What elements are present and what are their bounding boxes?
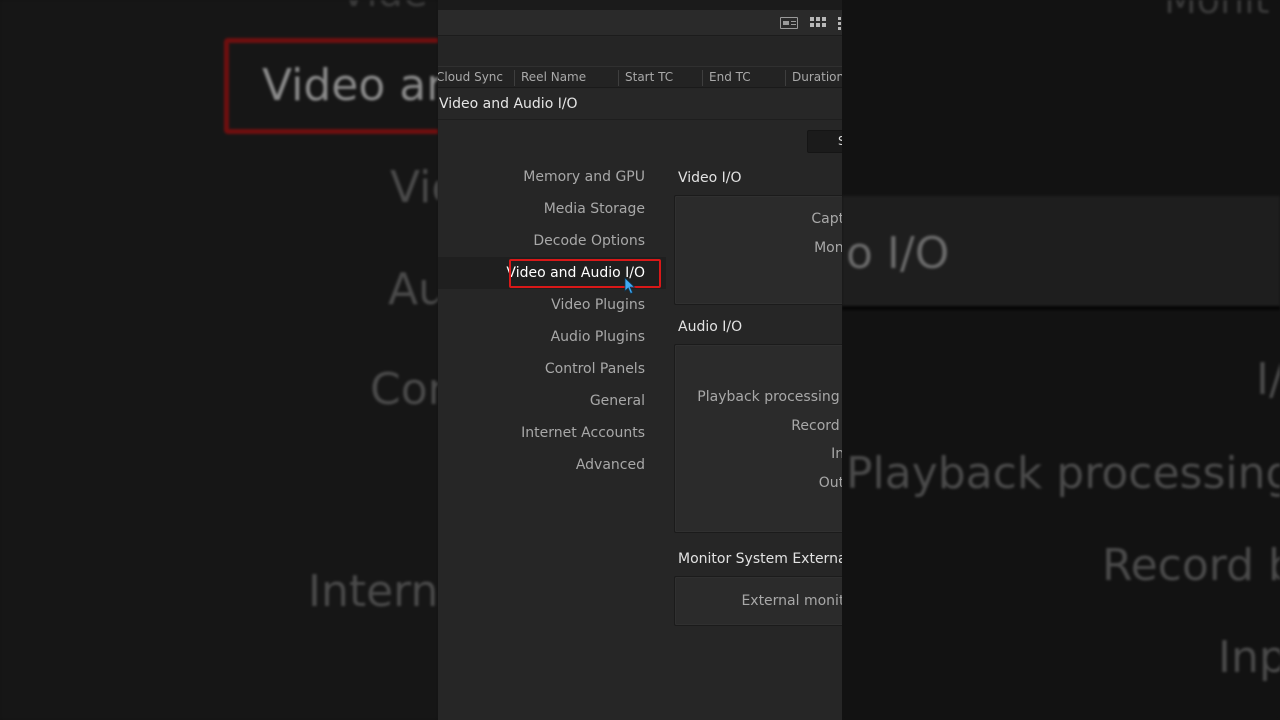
bg-fragment: Record b <box>1102 540 1280 591</box>
column-separator[interactable] <box>618 70 619 86</box>
bg-highlight-text: Video and <box>262 60 438 111</box>
video-io-box: Captu Monit <box>674 195 842 305</box>
nav-item-memory-and-gpu[interactable]: Memory and GPU <box>523 165 645 189</box>
section-title-monitor-external: Monitor System External In <box>678 551 842 567</box>
column-duration[interactable]: Duration <box>792 67 842 89</box>
bg-nav-fragment: Interne <box>308 566 438 617</box>
dialog-title-bar: Video and Audio I/O <box>438 89 842 120</box>
column-header-row: Cloud Sync Reel Name Start TC End TC Dur… <box>438 66 842 88</box>
bg-title-fragment: Vide <box>340 0 428 16</box>
dialog-title: Video and Audio I/O <box>439 96 578 112</box>
nav-item-internet-accounts[interactable]: Internet Accounts <box>521 421 645 445</box>
nav-item-advanced[interactable]: Advanced <box>576 453 645 477</box>
section-title-audio-io: Audio I/O <box>678 319 743 335</box>
top-edge-bar <box>438 0 842 10</box>
bg-fragment: I/ <box>1256 354 1280 405</box>
column-separator[interactable] <box>785 70 786 86</box>
nav-item-control-panels[interactable]: Control Panels <box>545 357 645 381</box>
bg-nav-fragment: Vid <box>390 162 438 213</box>
setting-label: External monito <box>741 593 842 609</box>
setting-label: Monit <box>814 240 842 256</box>
column-end-tc[interactable]: End TC <box>709 67 751 89</box>
bg-nav-fragment: Au <box>388 264 438 315</box>
column-reel-name[interactable]: Reel Name <box>521 67 586 89</box>
grid-view-icon[interactable] <box>810 17 826 29</box>
column-start-tc[interactable]: Start TC <box>625 67 673 89</box>
nav-item-video-plugins[interactable]: Video Plugins <box>551 293 645 317</box>
bg-fragment: Inp <box>1218 632 1280 683</box>
media-pool-toolbar <box>438 10 842 36</box>
more-options-icon[interactable] <box>838 17 842 30</box>
nav-item-media-storage[interactable]: Media Storage <box>544 197 645 221</box>
system-tab-button[interactable]: S <box>807 130 842 153</box>
bg-highlight-text: o I/O <box>846 228 950 279</box>
setting-label: Inp <box>831 446 842 462</box>
mouse-cursor-icon <box>624 277 636 295</box>
bg-divider <box>842 306 1280 310</box>
section-title-video-io: Video I/O <box>678 170 742 186</box>
setting-label: Record b <box>791 418 842 434</box>
bg-title-fragment: Monit <box>1164 0 1270 22</box>
audio-io-box: I/ Playback processing b Record b Inp Ou… <box>674 344 842 533</box>
setting-label: Captu <box>811 211 842 227</box>
bg-nav-fragment: Con <box>370 364 438 415</box>
monitor-external-box: External monito <box>674 576 842 626</box>
setting-label: Playback processing b <box>697 389 842 405</box>
system-tab-label: S <box>838 134 842 148</box>
toolbar-spacer <box>438 37 842 66</box>
background-left-zoom: Vide Video and Vid Au Con Interne <box>0 0 438 720</box>
nav-item-decode-options[interactable]: Decode Options <box>533 229 645 253</box>
nav-active-highlight <box>509 259 661 288</box>
setting-label: Outp <box>818 475 842 491</box>
bg-fragment: Playback processing b <box>846 448 1280 499</box>
nav-item-general[interactable]: General <box>590 389 645 413</box>
nav-item-audio-plugins[interactable]: Audio Plugins <box>551 325 645 349</box>
column-separator[interactable] <box>514 70 515 86</box>
column-separator[interactable] <box>702 70 703 86</box>
column-cloud-sync[interactable]: Cloud Sync <box>438 67 503 89</box>
list-view-icon[interactable] <box>780 17 798 29</box>
preferences-panel: Cloud Sync Reel Name Start TC End TC Dur… <box>438 0 842 720</box>
background-right-zoom: Monit o I/O I/ Playback processing b Rec… <box>842 0 1280 720</box>
